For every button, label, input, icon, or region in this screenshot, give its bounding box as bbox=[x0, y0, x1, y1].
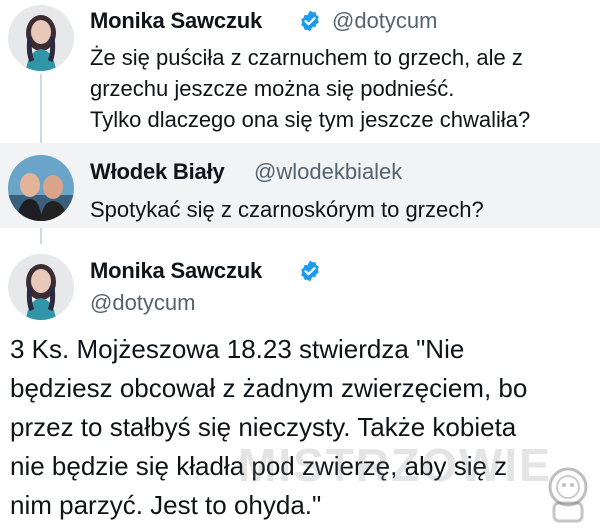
avatar[interactable] bbox=[8, 5, 74, 71]
tweet-text-line: Że się puściła z czarnuchem to grzech, a… bbox=[90, 45, 523, 70]
avatar[interactable] bbox=[8, 155, 74, 221]
tweet-text-line: Tylko dlaczego ona się tym jeszcze chwal… bbox=[90, 107, 531, 132]
avatar-image bbox=[8, 254, 74, 320]
tweet-text-line: 3 Ks. Mojżeszowa 18.23 stwierdza "Nie bbox=[10, 334, 465, 364]
author-name[interactable]: Włodek Biały bbox=[90, 159, 225, 185]
thread-connector bbox=[40, 74, 42, 150]
avatar-image bbox=[8, 155, 74, 221]
verified-badge-icon bbox=[298, 9, 322, 33]
thread-connector bbox=[40, 228, 42, 244]
tweet-text-line: grzechu jeszcze można się podnieść. bbox=[90, 76, 455, 101]
author-handle[interactable]: @dotycum bbox=[90, 290, 195, 316]
tweet-text-line: Spotykać się z czarnoskórym to grzech? bbox=[90, 197, 484, 222]
avatar-image bbox=[8, 5, 74, 71]
avatar[interactable] bbox=[8, 254, 74, 320]
author-handle[interactable]: @wlodekbialek bbox=[254, 159, 402, 185]
author-name[interactable]: Monika Sawczuk bbox=[90, 8, 262, 34]
verified-badge-icon bbox=[298, 259, 322, 283]
tweet-text-line: będziesz obcował z żadnym zwierzęciem, b… bbox=[10, 373, 528, 403]
astronaut-logo-icon bbox=[540, 463, 596, 525]
author-name[interactable]: Monika Sawczuk bbox=[90, 258, 262, 284]
watermark-text: MISTRZOWIE bbox=[238, 439, 552, 491]
tweet-body: 3 Ks. Mojżeszowa 18.23 stwierdza "Nie bę… bbox=[10, 330, 527, 525]
author-handle[interactable]: @dotycum bbox=[332, 8, 437, 34]
